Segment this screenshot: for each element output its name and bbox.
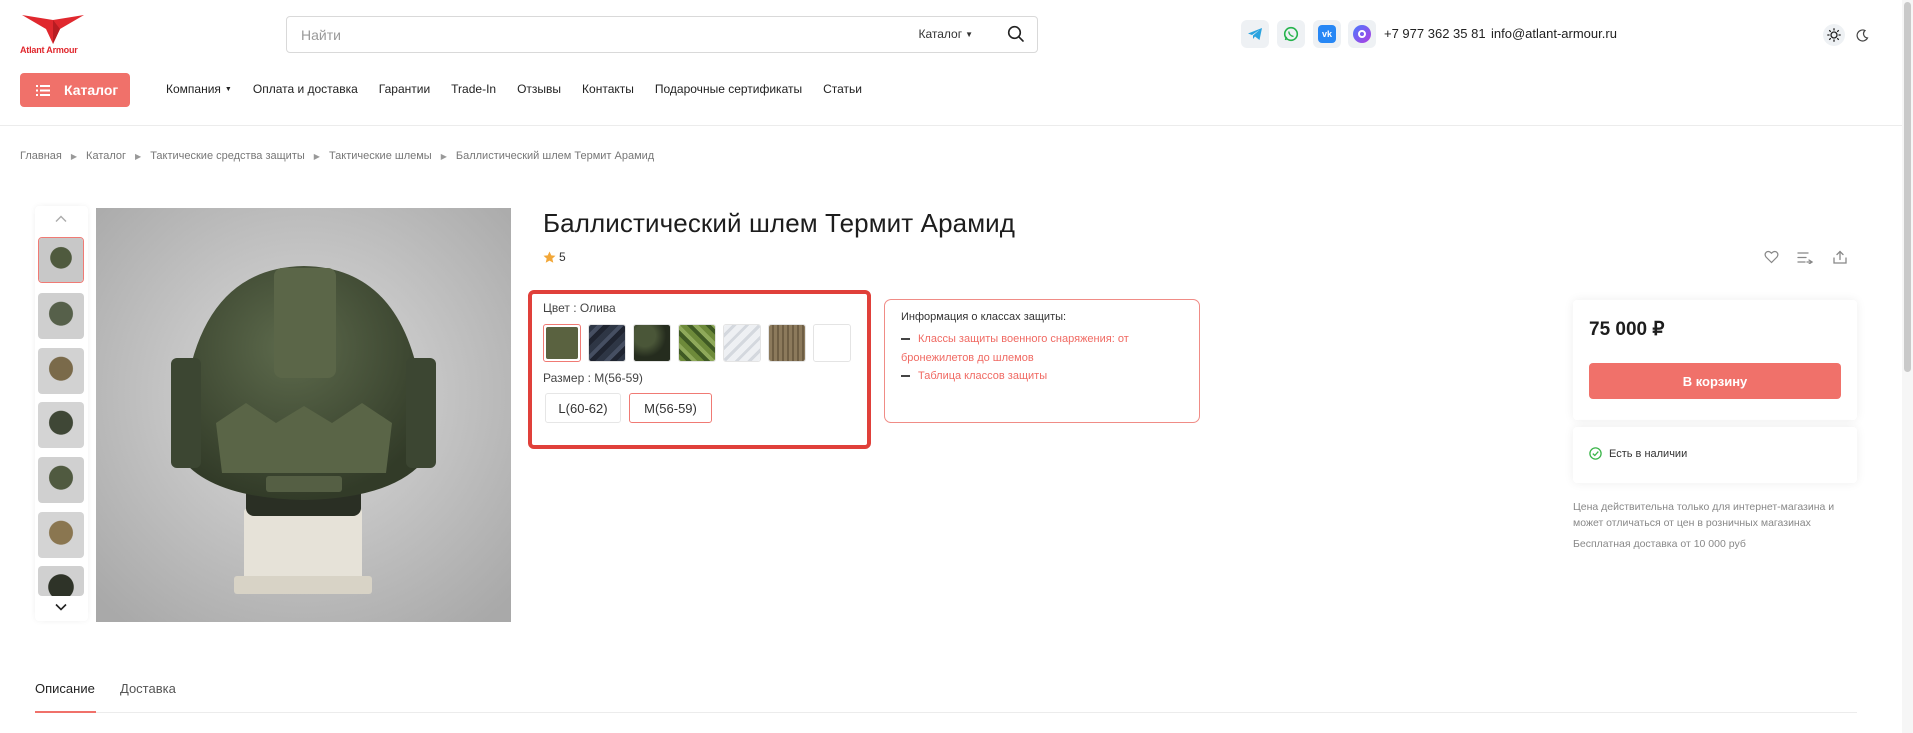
breadcrumb-item[interactable]: Каталог [86, 150, 126, 162]
color-swatch-dark-camo[interactable] [588, 324, 626, 362]
color-swatch-coyote-stripe[interactable] [768, 324, 806, 362]
thumbnail[interactable] [38, 293, 84, 339]
nav-item-gift-certificates[interactable]: Подарочные сертификаты [655, 82, 802, 96]
thumbnail[interactable] [38, 566, 84, 596]
delivery-note: Бесплатная доставка от 10 000 руб [1573, 538, 1746, 550]
color-swatch-dark-green-camo[interactable] [633, 324, 671, 362]
product-title: Баллистический шлем Термит Арамид [543, 208, 1016, 238]
nav-item-company[interactable]: Компания ▼ [166, 82, 232, 96]
nav-item-trade-in[interactable]: Trade-In [451, 82, 496, 96]
compare-icon[interactable] [1796, 248, 1814, 266]
nav-item-articles[interactable]: Статьи [823, 82, 862, 96]
tabs-divider [35, 712, 1857, 713]
nav-item-payment-delivery[interactable]: Оплата и доставка [253, 82, 358, 96]
share-icon[interactable] [1831, 248, 1849, 266]
size-label: Размер : M(56-59) [543, 371, 643, 385]
link-text: бронежилетов до шлемов [901, 352, 1034, 364]
telegram-icon[interactable] [1241, 20, 1269, 48]
chevron-down-icon[interactable] [52, 600, 70, 614]
max-messenger-icon[interactable] [1348, 20, 1376, 48]
header-divider [0, 125, 1913, 126]
nav-item-reviews[interactable]: Отзывы [517, 82, 561, 96]
stock-text: Есть в наличии [1609, 447, 1688, 460]
thumbnail[interactable] [38, 457, 84, 503]
active-tab-indicator [35, 711, 96, 713]
breadcrumb-item[interactable]: Тактические шлемы [329, 150, 432, 162]
color-swatch-olive[interactable] [543, 324, 581, 362]
nav-item-contacts[interactable]: Контакты [582, 82, 634, 96]
check-circle-icon [1589, 447, 1602, 460]
chevron-right-icon: ▶ [440, 151, 447, 161]
breadcrumb-item[interactable]: Тактические средства защиты [150, 150, 305, 162]
protection-info-title: Информация о классах защиты: [901, 311, 1067, 323]
caret-down-icon: ▼ [224, 86, 232, 94]
heart-icon[interactable] [1762, 248, 1780, 266]
product-price: 75 000 ₽ [1589, 319, 1665, 340]
thumbnail[interactable] [38, 402, 84, 448]
breadcrumb: Главная ▶ Каталог ▶ Тактические средства з… [20, 150, 654, 162]
protection-table-link[interactable]: Таблица классов защиты [901, 367, 1047, 386]
vk-icon[interactable]: vk [1313, 20, 1341, 48]
add-to-cart-button[interactable]: В корзину [1589, 363, 1841, 399]
rating-value: 5 [559, 250, 566, 264]
thumbnail[interactable] [38, 237, 84, 283]
thumbnail[interactable] [38, 512, 84, 558]
size-option-l[interactable]: L(60-62) [545, 393, 621, 423]
protection-classes-link[interactable]: Классы защиты военного снаряжения: от бр… [901, 330, 1129, 368]
moon-icon[interactable] [1852, 25, 1872, 45]
logo-text: Atlant Armour [20, 45, 78, 55]
chevron-up-icon[interactable] [52, 212, 70, 226]
chevron-right-icon: ▶ [313, 151, 320, 161]
tab-delivery[interactable]: Доставка [120, 681, 176, 696]
star-icon [543, 251, 556, 263]
breadcrumb-current: Баллистический шлем Термит Арамид [455, 150, 655, 162]
color-swatch-white-camo[interactable] [723, 324, 761, 362]
nav-item-label: Компания [166, 82, 221, 96]
tab-description[interactable]: Описание [35, 681, 95, 696]
link-text: Классы защиты военного снаряжения: от [918, 333, 1129, 345]
dash-icon [901, 338, 910, 340]
color-label: Цвет : Олива [543, 301, 616, 315]
catalog-button[interactable]: Каталог [20, 73, 130, 107]
catalog-button-label: Каталог [64, 82, 119, 98]
dash-icon [901, 375, 910, 377]
color-swatch-green-pixel-camo[interactable] [678, 324, 716, 362]
search-category-select[interactable]: Каталог ▼ [918, 27, 973, 41]
nav-item-warranty[interactable]: Гарантии [379, 82, 430, 96]
main-nav: Компания ▼ Оплата и доставка Гарантии Tra… [166, 82, 883, 96]
email-link[interactable]: info@atlant-armour.ru [1491, 26, 1617, 41]
caret-down-icon: ▼ [965, 30, 973, 40]
search-icon[interactable] [1007, 25, 1027, 45]
sun-icon[interactable] [1823, 24, 1845, 46]
list-icon [36, 84, 50, 96]
search-category-label: Каталог [918, 27, 963, 41]
breadcrumb-item[interactable]: Главная [20, 150, 62, 162]
price-note: Цена действительна только для интернет-м… [1573, 501, 1835, 529]
chevron-right-icon: ▶ [135, 151, 142, 161]
color-swatch-white[interactable] [813, 324, 851, 362]
search-bar: Каталог▼ [286, 16, 1038, 53]
phone-link[interactable]: +7 977 362 35 81 [1384, 26, 1486, 41]
stock-status: Есть в наличии [1589, 447, 1687, 460]
product-rating[interactable]: 5 [543, 250, 566, 264]
link-text: Таблица классов защиты [918, 370, 1048, 382]
thumbnail[interactable] [38, 348, 84, 394]
product-main-image[interactable] [96, 208, 511, 622]
whatsapp-icon[interactable] [1277, 20, 1305, 48]
search-input[interactable] [299, 25, 879, 45]
chevron-right-icon: ▶ [70, 151, 78, 161]
size-option-m[interactable]: M(56-59) [629, 393, 712, 423]
scrollbar-thumb[interactable] [1904, 2, 1911, 372]
